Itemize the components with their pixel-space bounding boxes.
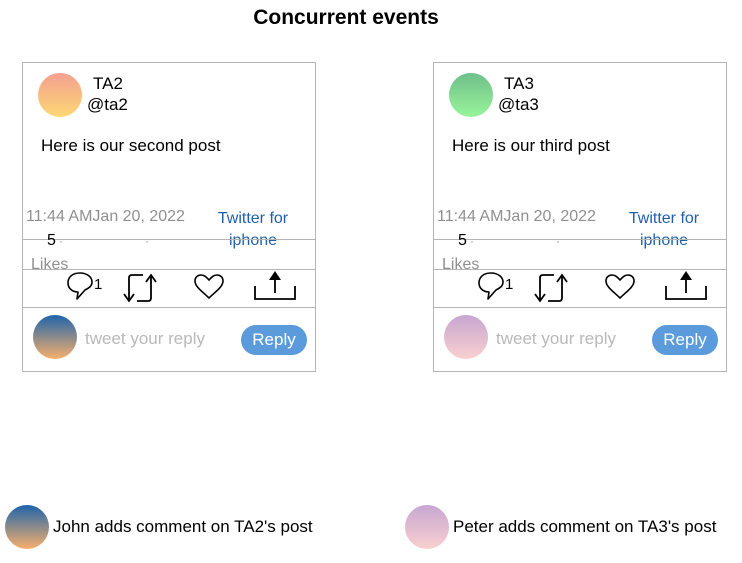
divider: [434, 307, 726, 308]
tweet-card-ta3: TA3 @ta3 Here is our third post 11:44 AM…: [433, 62, 727, 372]
reply-avatar: [33, 315, 77, 359]
likes-label: Likes: [442, 256, 480, 273]
reply-input[interactable]: tweet your reply: [496, 329, 616, 349]
reply-count: 1: [505, 276, 514, 293]
avatar[interactable]: [38, 73, 82, 117]
divider: [23, 307, 315, 308]
author-handle[interactable]: @ta2: [87, 95, 128, 115]
reply-count: 1: [94, 276, 103, 293]
reply-icon[interactable]: [66, 271, 94, 301]
separator-dot: ·: [59, 234, 63, 248]
reply-icon[interactable]: [477, 271, 505, 301]
post-source-link[interactable]: Twitter for iphone: [619, 208, 709, 252]
post-text: Here is our second post: [41, 136, 221, 155]
divider: [434, 239, 726, 240]
peter-avatar: [405, 505, 449, 549]
likes-label: Likes: [31, 256, 69, 273]
john-avatar: [5, 505, 49, 549]
post-timestamp: 11:44 AMJan 20, 2022: [437, 208, 596, 225]
likes-count: 5: [47, 232, 56, 249]
reply-button[interactable]: Reply: [652, 325, 718, 355]
share-icon[interactable]: [253, 269, 297, 301]
reply-button[interactable]: Reply: [241, 325, 307, 355]
author-name[interactable]: TA2: [93, 74, 123, 94]
separator-dot: ·: [145, 234, 149, 248]
post-timestamp: 11:44 AMJan 20, 2022: [26, 208, 185, 225]
share-icon[interactable]: [664, 269, 708, 301]
divider: [23, 239, 315, 240]
separator-dot: ·: [556, 234, 560, 248]
retweet-icon[interactable]: [534, 272, 568, 304]
author-name[interactable]: TA3: [504, 74, 534, 94]
retweet-icon[interactable]: [123, 272, 157, 304]
tweet-card-ta2: TA2 @ta2 Here is our second post 11:44 A…: [22, 62, 316, 372]
separator-dot: ·: [470, 234, 474, 248]
like-icon[interactable]: [604, 273, 636, 301]
avatar[interactable]: [449, 73, 493, 117]
event-label: John adds comment on TA2's post: [53, 517, 313, 536]
like-icon[interactable]: [193, 273, 225, 301]
post-source-link[interactable]: Twitter for iphone: [208, 208, 298, 252]
post-text: Here is our third post: [452, 136, 610, 155]
likes-count: 5: [458, 232, 467, 249]
event-label: Peter adds comment on TA3's post: [453, 517, 717, 536]
reply-input[interactable]: tweet your reply: [85, 329, 205, 349]
reply-avatar: [444, 315, 488, 359]
diagram-title: Concurrent events: [253, 6, 439, 29]
author-handle[interactable]: @ta3: [498, 95, 539, 115]
